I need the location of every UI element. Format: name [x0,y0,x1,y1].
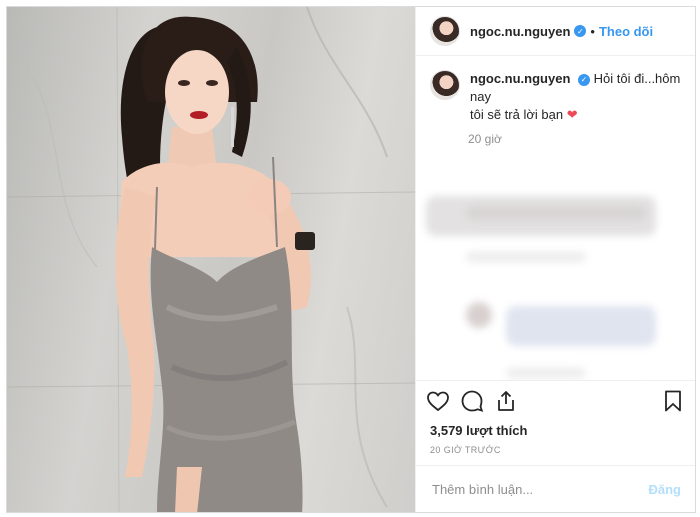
post-timestamp[interactable]: 20 GIỜ TRƯỚC [416,441,695,465]
blurred-reply [506,368,586,378]
verified-badge-icon: ✓ [578,73,591,86]
blurred-reply [466,302,492,328]
comments-list[interactable]: ngoc.nu.nguyen ✓ Hỏi tôi đi...hôm nay tô… [416,56,695,380]
post-photo[interactable] [7,7,415,512]
caption-comment: ngoc.nu.nguyen ✓ Hỏi tôi đi...hôm nay tô… [430,70,681,124]
verified-badge-icon: ✓ [574,25,587,37]
separator-dot: • [590,23,595,39]
blurred-comment [466,206,646,220]
likes-count[interactable]: 3,579 lượt thích [416,421,695,441]
comment-input[interactable] [430,480,649,498]
avatar[interactable] [430,16,460,46]
post-comment-button[interactable]: Đăng [649,482,682,497]
action-bar [416,380,695,421]
bookmark-icon[interactable] [661,389,685,413]
blurred-reply [506,306,656,346]
caption-username[interactable]: ngoc.nu.nguyen [470,71,570,86]
comment-bubble-icon[interactable] [460,389,484,413]
heart-outline-icon[interactable] [426,389,450,413]
post-modal: ngoc.nu.nguyen ✓ • Theo dõi ngoc.nu.nguy… [6,6,696,513]
add-comment-bar: Đăng [416,465,695,512]
header-username[interactable]: ngoc.nu.nguyen [470,24,570,39]
caption-text: ngoc.nu.nguyen ✓ Hỏi tôi đi...hôm nay tô… [470,70,681,124]
avatar[interactable] [430,70,460,100]
blurred-comment [466,252,586,262]
share-icon[interactable] [494,389,518,413]
caption-line-2: tôi sẽ trả lời bạn [470,107,564,122]
heart-emoji-icon: ❤ [566,107,578,122]
post-header: ngoc.nu.nguyen ✓ • Theo dõi [416,7,695,56]
post-side-panel: ngoc.nu.nguyen ✓ • Theo dõi ngoc.nu.nguy… [415,7,695,512]
follow-button[interactable]: Theo dõi [599,24,653,39]
photo-illustration [7,7,415,512]
caption-time[interactable]: 20 giờ [468,132,681,146]
